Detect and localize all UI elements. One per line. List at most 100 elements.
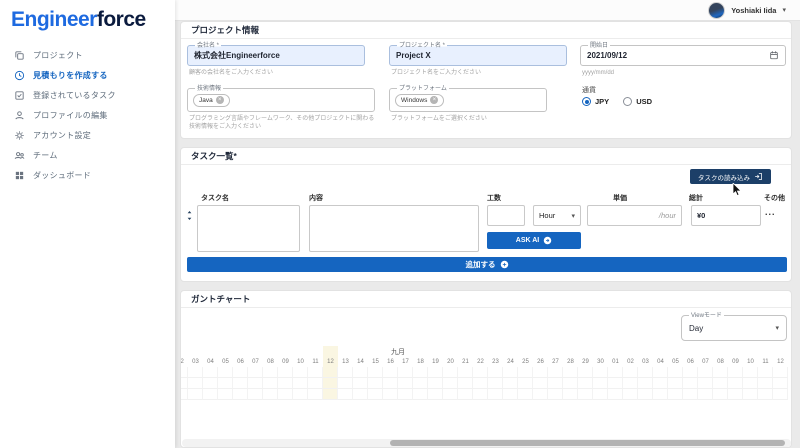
gantt-column: 04: [203, 346, 218, 400]
app-logo[interactable]: Engineerforce: [0, 0, 175, 32]
platform-chip-remove-icon[interactable]: ×: [430, 96, 438, 104]
gantt-month-space: [578, 346, 593, 357]
gantt-grid-cell: [293, 378, 308, 389]
gantt-grid-cell: [488, 378, 503, 389]
gantt-grid-cell: [548, 378, 563, 389]
gantt-month-space: [413, 346, 428, 357]
arrow-circle-icon: [543, 236, 552, 245]
effort-unit-select[interactable]: Hour ▾: [533, 205, 581, 226]
gantt-month-space: [548, 346, 563, 357]
gantt-month-space: [623, 346, 638, 357]
gantt-date-label: 06: [683, 357, 698, 367]
unit-price-input[interactable]: [587, 205, 682, 226]
gantt-column: 03: [188, 346, 203, 400]
gantt-grid-cell: [548, 389, 563, 400]
column-header-total: 総計: [689, 193, 703, 203]
gantt-date-label: 18: [413, 357, 428, 367]
project-name-field[interactable]: プロジェクト名 * Project X: [389, 45, 567, 66]
sidebar-item-2[interactable]: 登録されているタスク: [0, 85, 175, 105]
effort-input[interactable]: [487, 205, 525, 226]
gantt-column: 09: [278, 346, 293, 400]
gantt-date-label: 21: [458, 357, 473, 367]
tech-chip-remove-icon[interactable]: ×: [216, 96, 224, 104]
sidebar-item-0[interactable]: プロジェクト: [0, 45, 175, 65]
plus-circle-icon: [500, 260, 509, 269]
row-more-menu[interactable]: ...: [765, 207, 776, 217]
gantt-month-space: [773, 346, 788, 357]
platform-field[interactable]: プラットフォーム Windows ×: [389, 88, 547, 112]
radio-jpy[interactable]: JPY: [582, 97, 609, 106]
gantt-grid-cell: [368, 378, 383, 389]
gantt-scrollbar-thumb[interactable]: [390, 440, 785, 446]
platform-chip[interactable]: Windows ×: [395, 94, 444, 107]
account-settings-icon: [14, 130, 25, 141]
gantt-grid-cell: [638, 367, 653, 378]
tech-chip[interactable]: Java ×: [193, 94, 230, 107]
tech-info-field[interactable]: 技術情報 Java ×: [187, 88, 375, 112]
gantt-timeline[interactable]: 0203040506070809101112131415161718192021…: [181, 346, 791, 400]
gantt-grid-cell: [758, 367, 773, 378]
calendar-icon[interactable]: [769, 47, 779, 65]
sidebar-item-1[interactable]: 見積もりを作成する: [0, 65, 175, 85]
gantt-grid-cell: [608, 367, 623, 378]
gantt-column: 21: [458, 346, 473, 400]
gantt-scrollbar[interactable]: [182, 439, 791, 447]
gantt-column: 26: [533, 346, 548, 400]
gantt-grid-cell: [473, 378, 488, 389]
gantt-grid-cell: [338, 378, 353, 389]
gantt-column: 07: [248, 346, 263, 400]
user-name[interactable]: Yoshiaki Iida: [731, 6, 776, 15]
gantt-date-label: 30: [593, 357, 608, 367]
gantt-month-space: [518, 346, 533, 357]
gantt-month-space: [668, 346, 683, 357]
gantt-grid-cell: [578, 367, 593, 378]
task-description-input[interactable]: [309, 205, 479, 252]
gantt-grid-cell: [308, 367, 323, 378]
company-name-field[interactable]: 会社名 * 株式会社Engineerforce: [187, 45, 365, 66]
sidebar-item-label: 登録されているタスク: [33, 90, 116, 101]
gantt-date-label: 05: [668, 357, 683, 367]
gantt-month-space: [608, 346, 623, 357]
total-input[interactable]: [691, 205, 761, 226]
sidebar-item-3[interactable]: プロファイルの編集: [0, 105, 175, 125]
gantt-grid-cell: [218, 389, 233, 400]
gantt-date-label: 06: [233, 357, 248, 367]
gantt-month-space: [503, 346, 518, 357]
row-drag-handle[interactable]: [185, 208, 195, 226]
gantt-month-space: [713, 346, 728, 357]
gantt-grid-cell: [278, 378, 293, 389]
gantt-month-space: [218, 346, 233, 357]
user-avatar[interactable]: [708, 2, 725, 19]
add-task-button[interactable]: 追加する: [187, 257, 787, 272]
view-mode-select[interactable]: Viewモード Day ▾: [681, 315, 787, 341]
gantt-date-label: 28: [563, 357, 578, 367]
gantt-date-label: 08: [713, 357, 728, 367]
gantt-grid-cell: [683, 378, 698, 389]
tech-info-helper: プログラミング言語やフレームワーク、その他プロジェクトに関わる技術情報をご入力く…: [189, 115, 375, 131]
sidebar-item-5[interactable]: チーム: [0, 145, 175, 165]
gantt-title: ガントチャート: [181, 291, 791, 308]
gantt-grid-cell: [233, 389, 248, 400]
gantt-card: ガントチャート Viewモード Day ▾ 020304050607080910…: [180, 290, 792, 448]
gantt-date-label: 22: [473, 357, 488, 367]
radio-usd-dot-icon: [623, 97, 632, 106]
load-tasks-button[interactable]: タスクの読み込み: [690, 169, 771, 184]
gantt-date-label: 29: [578, 357, 593, 367]
gantt-grid-cell: [458, 389, 473, 400]
gantt-column: 08: [713, 346, 728, 400]
sidebar-item-4[interactable]: アカウント設定: [0, 125, 175, 145]
start-date-field[interactable]: 開始日 2021/09/12: [580, 45, 786, 66]
gantt-grid-cell: [181, 378, 188, 389]
gantt-column: 06: [233, 346, 248, 400]
start-date-helper: yyyy/mm/dd: [582, 69, 614, 77]
gantt-column: 15: [368, 346, 383, 400]
sidebar-item-6[interactable]: ダッシュボード: [0, 165, 175, 185]
radio-usd[interactable]: USD: [623, 97, 652, 106]
logo-text-primary: Engineer: [11, 8, 97, 31]
task-name-input[interactable]: [197, 205, 300, 252]
gantt-date-label: 09: [278, 357, 293, 367]
ask-ai-button[interactable]: ASK AI: [487, 232, 581, 249]
gantt-grid-cell: [368, 367, 383, 378]
user-menu-caret-icon[interactable]: ▾: [782, 6, 786, 14]
start-date-label: 開始日: [588, 42, 610, 50]
